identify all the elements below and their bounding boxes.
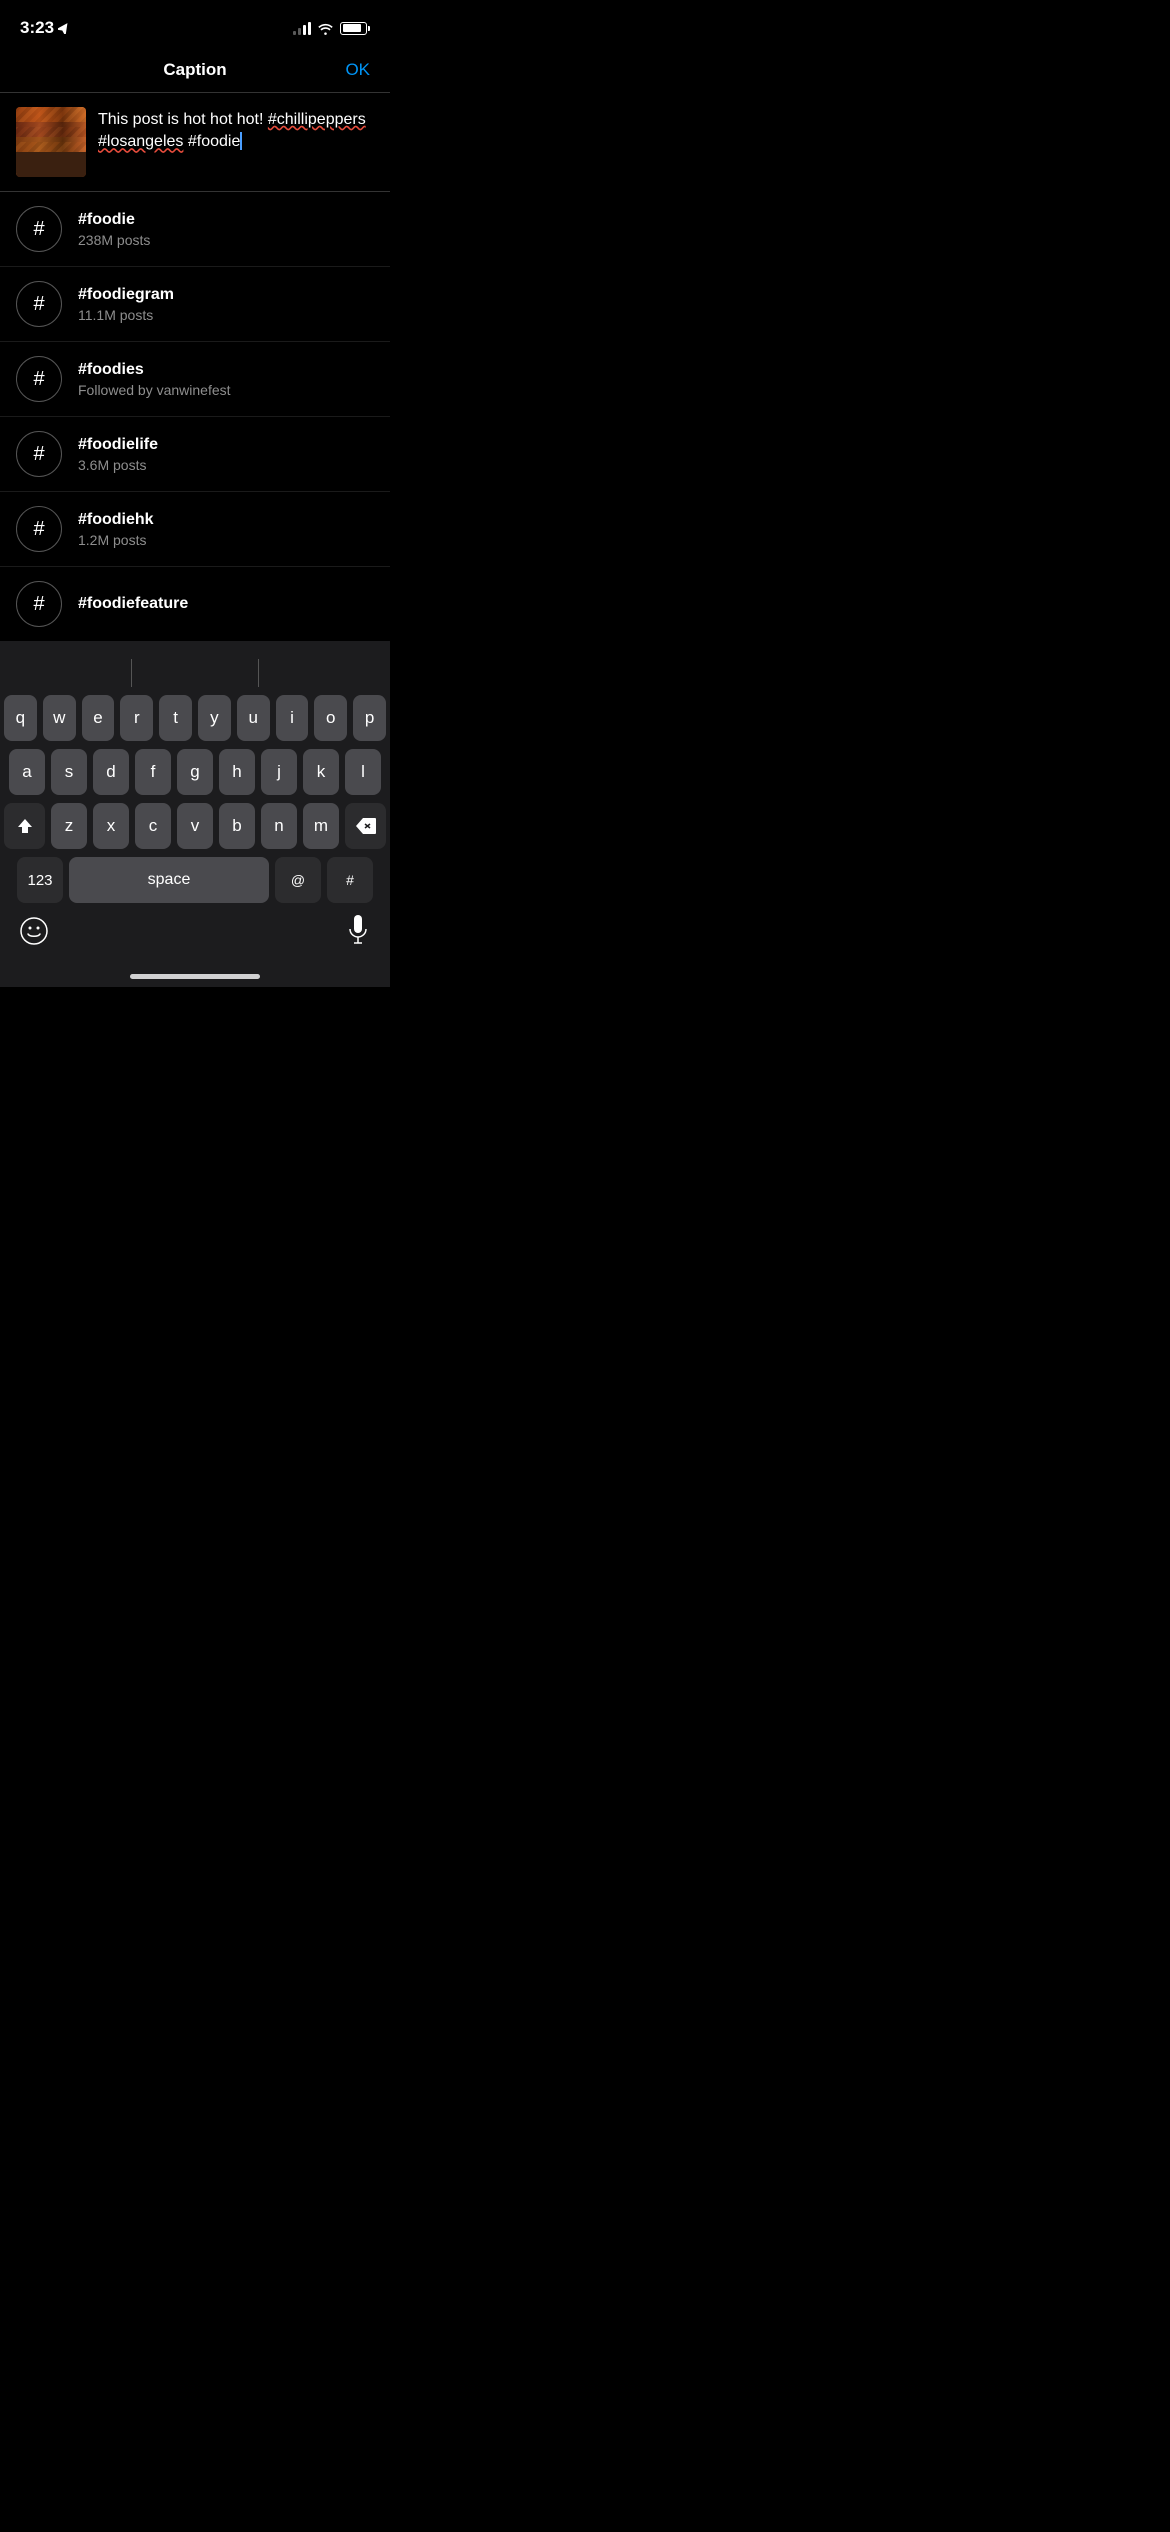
- predictive-bar: [0, 651, 390, 695]
- key-h[interactable]: h: [219, 749, 255, 795]
- hashtag-icon: #: [16, 281, 62, 327]
- key-c[interactable]: c: [135, 803, 171, 849]
- post-thumbnail: [16, 107, 86, 177]
- home-bar: [130, 974, 260, 979]
- page-title: Caption: [163, 60, 226, 80]
- home-indicator: [0, 966, 390, 987]
- key-t[interactable]: t: [159, 695, 192, 741]
- keyboard-toolbar: [0, 907, 390, 966]
- key-v[interactable]: v: [177, 803, 213, 849]
- keyboard-row-2: a s d f g h j k l: [4, 749, 386, 795]
- list-item[interactable]: # #foodiehk 1.2M posts: [0, 492, 390, 567]
- hashtag-info: #foodiefeature: [78, 595, 188, 613]
- status-time: 3:23: [20, 18, 70, 38]
- divider: [131, 659, 132, 687]
- hashtag-info: #foodielife 3.6M posts: [78, 436, 158, 473]
- caption-input[interactable]: This post is hot hot hot! #chillipeppers…: [98, 107, 374, 154]
- hashtag-meta: 3.6M posts: [78, 457, 158, 473]
- hashtag-meta: 238M posts: [78, 232, 150, 248]
- hashtag-name: #foodie: [78, 211, 150, 229]
- key-y[interactable]: y: [198, 695, 231, 741]
- key-x[interactable]: x: [93, 803, 129, 849]
- key-l[interactable]: l: [345, 749, 381, 795]
- emoji-button[interactable]: [20, 917, 48, 952]
- divider: [258, 659, 259, 687]
- hashtag-name: #foodiefeature: [78, 595, 188, 613]
- key-j[interactable]: j: [261, 749, 297, 795]
- hashtag-icon: #: [16, 581, 62, 627]
- list-item[interactable]: # #foodie 238M posts: [0, 192, 390, 267]
- list-item[interactable]: # #foodielife 3.6M posts: [0, 417, 390, 492]
- caption-text-after: #foodie: [183, 133, 240, 150]
- status-icons: [293, 21, 370, 35]
- hashtag-info: #foodiegram 11.1M posts: [78, 286, 174, 323]
- nav-header: Caption OK: [0, 50, 390, 93]
- hashtag-icon: #: [16, 206, 62, 252]
- hashtag-info: #foodies Followed by vanwinefest: [78, 361, 231, 398]
- backspace-key[interactable]: [345, 803, 386, 849]
- key-i[interactable]: i: [276, 695, 309, 741]
- key-k[interactable]: k: [303, 749, 339, 795]
- hashtag-meta: 1.2M posts: [78, 532, 154, 548]
- caption-text-before: This post is hot hot hot!: [98, 111, 268, 128]
- key-o[interactable]: o: [314, 695, 347, 741]
- hashtag-info: #foodiehk 1.2M posts: [78, 511, 154, 548]
- key-d[interactable]: d: [93, 749, 129, 795]
- hashtag-losangeles: #losangeles: [98, 133, 183, 150]
- key-f[interactable]: f: [135, 749, 171, 795]
- list-item[interactable]: # #foodiegram 11.1M posts: [0, 267, 390, 342]
- hashtag-suggestions: # #foodie 238M posts # #foodiegram 11.1M…: [0, 192, 390, 641]
- hashtag-icon: #: [16, 356, 62, 402]
- key-g[interactable]: g: [177, 749, 213, 795]
- key-m[interactable]: m: [303, 803, 339, 849]
- keyboard-row-1: q w e r t y u i o p: [4, 695, 386, 741]
- space-key[interactable]: space: [69, 857, 269, 903]
- hashtag-icon: #: [16, 431, 62, 477]
- signal-icon: [293, 21, 311, 35]
- key-w[interactable]: w: [43, 695, 76, 741]
- keyboard-row-4: 123 space @ #: [4, 857, 386, 903]
- key-e[interactable]: e: [82, 695, 115, 741]
- key-z[interactable]: z: [51, 803, 87, 849]
- battery-icon: [340, 22, 370, 35]
- shift-key[interactable]: [4, 803, 45, 849]
- ok-button[interactable]: OK: [345, 60, 370, 80]
- key-u[interactable]: u: [237, 695, 270, 741]
- keyboard: q w e r t y u i o p a s d f g h j k l: [0, 641, 390, 987]
- key-a[interactable]: a: [9, 749, 45, 795]
- list-item[interactable]: # #foodiefeature: [0, 567, 390, 641]
- hashtag-name: #foodiegram: [78, 286, 174, 304]
- hashtag-info: #foodie 238M posts: [78, 211, 150, 248]
- hashtag-icon: #: [16, 506, 62, 552]
- key-b[interactable]: b: [219, 803, 255, 849]
- hashtag-name: #foodielife: [78, 436, 158, 454]
- hashtag-meta: 11.1M posts: [78, 307, 174, 323]
- key-s[interactable]: s: [51, 749, 87, 795]
- list-item[interactable]: # #foodies Followed by vanwinefest: [0, 342, 390, 417]
- hashtag-chillipeppers: #chillipeppers: [268, 111, 366, 128]
- caption-area: This post is hot hot hot! #chillipeppers…: [0, 93, 390, 192]
- at-key[interactable]: @: [275, 857, 321, 903]
- hashtag-name: #foodiehk: [78, 511, 154, 529]
- hashtag-name: #foodies: [78, 361, 231, 379]
- location-icon: [58, 22, 70, 34]
- keyboard-row-3: z x c v b n m: [4, 803, 386, 849]
- key-n[interactable]: n: [261, 803, 297, 849]
- keyboard-rows: q w e r t y u i o p a s d f g h j k l: [0, 695, 390, 907]
- hash-key[interactable]: #: [327, 857, 373, 903]
- wifi-icon: [317, 22, 334, 35]
- hashtag-meta: Followed by vanwinefest: [78, 382, 231, 398]
- text-cursor: [240, 132, 242, 150]
- key-p[interactable]: p: [353, 695, 386, 741]
- key-q[interactable]: q: [4, 695, 37, 741]
- numbers-key[interactable]: 123: [17, 857, 63, 903]
- status-bar: 3:23: [0, 0, 390, 50]
- key-r[interactable]: r: [120, 695, 153, 741]
- mic-button[interactable]: [346, 915, 370, 954]
